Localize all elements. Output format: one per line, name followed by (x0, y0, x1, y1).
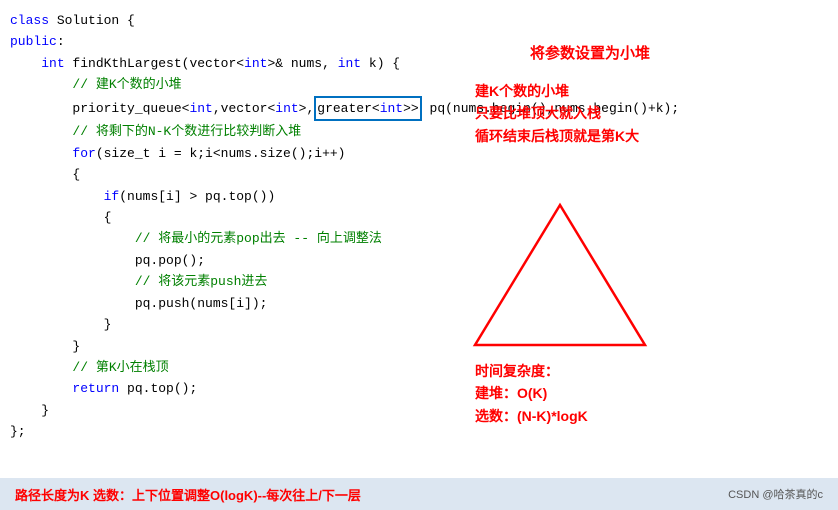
code-line-2: public: (10, 31, 490, 52)
bottom-credit: CSDN @哈茶真的c (728, 486, 823, 502)
annotation-heap-line3: 循环结束后栈顶就是第K大 (475, 125, 639, 147)
code-line-9: if(nums[i] > pq.top()) (10, 186, 490, 207)
code-area: class Solution { public: int findKthLarg… (0, 0, 500, 510)
code-line-19: } (10, 400, 490, 421)
code-line-10: { (10, 207, 490, 228)
annotation-complexity-build: 建堆：O(K) (475, 382, 588, 404)
code-line-1: class Solution { (10, 10, 490, 31)
code-line-5: priority_queue<int,vector<int>,greater<i… (10, 96, 490, 121)
code-line-3: int findKthLargest(vector<int>& nums, in… (10, 53, 490, 74)
annotation-complexity: 时间复杂度： 建堆：O(K) 选数：(N-K)*logK (475, 360, 588, 427)
bottom-text: 路径长度为K 选数：上下位置调整O(logK)--每次往上/下一层 (15, 485, 361, 504)
code-line-20: }; (10, 421, 490, 442)
code-line-13: // 将该元素push进去 (10, 271, 490, 292)
annotation-complexity-select: 选数：(N-K)*logK (475, 405, 588, 427)
code-line-8: { (10, 164, 490, 185)
annotation-param: 将参数设置为小堆 (530, 42, 650, 63)
code-line-6: // 将剩下的N-K个数进行比较判断入堆 (10, 121, 490, 142)
annotation-heap-line2: 只要比堆顶大就入栈 (475, 102, 639, 124)
code-line-4: // 建K个数的小堆 (10, 74, 490, 95)
code-line-16: } (10, 336, 490, 357)
bottom-bar: 路径长度为K 选数：上下位置调整O(logK)--每次往上/下一层 CSDN @… (0, 478, 838, 510)
code-line-18: return pq.top(); (10, 378, 490, 399)
code-line-17: // 第K小在栈顶 (10, 357, 490, 378)
annotation-heap-line1: 建K个数的小堆 (475, 80, 639, 102)
triangle-diagram (460, 195, 660, 355)
code-line-15: } (10, 314, 490, 335)
annotation-complexity-title: 时间复杂度： (475, 360, 588, 382)
code-line-11: // 将最小的元素pop出去 -- 向上调整法 (10, 228, 490, 249)
code-line-14: pq.push(nums[i]); (10, 293, 490, 314)
code-line-12: pq.pop(); (10, 250, 490, 271)
annotation-heap: 建K个数的小堆 只要比堆顶大就入栈 循环结束后栈顶就是第K大 (475, 80, 639, 147)
code-line-7: for(size_t i = k;i<nums.size();i++) (10, 143, 490, 164)
